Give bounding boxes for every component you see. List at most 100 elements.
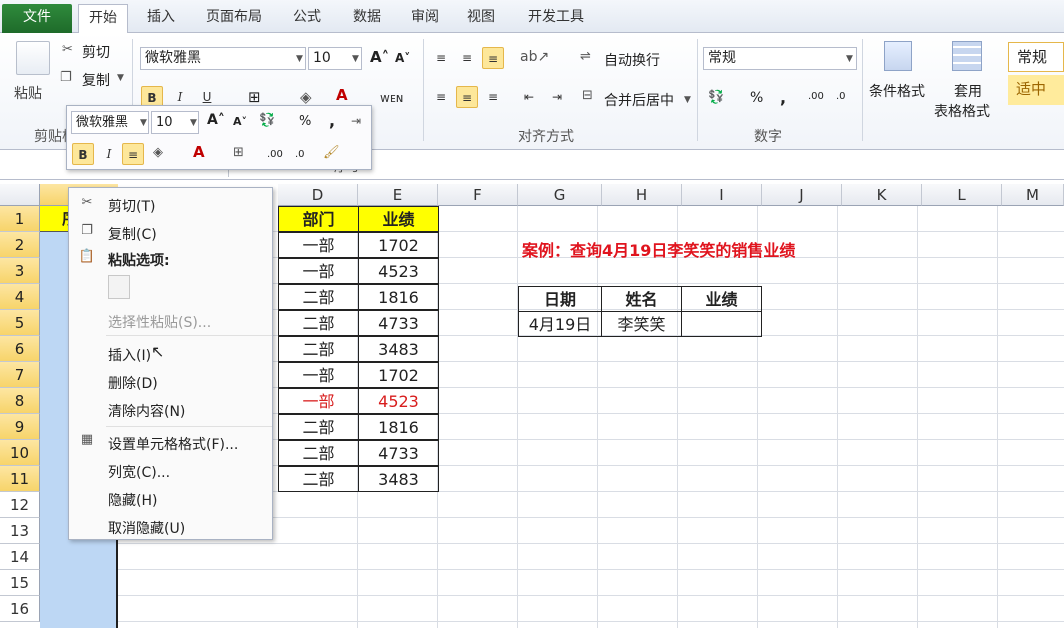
align-middle-icon[interactable]: ≡: [456, 47, 478, 69]
style-neutral[interactable]: 适中: [1008, 75, 1064, 105]
font-color-icon[interactable]: A: [336, 86, 348, 104]
tab-review[interactable]: 审阅: [400, 4, 450, 33]
mini-comma-button[interactable]: ,: [329, 111, 335, 130]
comma-button[interactable]: ,: [780, 88, 786, 107]
lookup-header-sales[interactable]: 业绩: [681, 286, 762, 312]
increase-indent-icon[interactable]: ⇥: [546, 86, 568, 108]
mini-italic-button[interactable]: I: [98, 143, 120, 165]
wrap-text-button[interactable]: 自动换行: [604, 50, 660, 70]
number-format-dropdown-icon[interactable]: ▼: [846, 54, 853, 64]
cell-sales[interactable]: 4733: [358, 310, 439, 336]
menu-item-copy[interactable]: 复制(C): [108, 224, 157, 244]
row-header[interactable]: 9: [0, 414, 40, 440]
cell-sales[interactable]: 4523: [358, 258, 439, 284]
table-format-label-1[interactable]: 套用: [954, 81, 982, 101]
row-header[interactable]: 6: [0, 336, 40, 362]
row-header[interactable]: 12: [0, 492, 40, 518]
menu-item-clear-contents[interactable]: 清除内容(N): [108, 401, 185, 421]
mini-center-icon[interactable]: ≡: [122, 143, 144, 165]
row-header[interactable]: 7: [0, 362, 40, 388]
paste-option-icon[interactable]: [108, 275, 130, 299]
column-header[interactable]: I: [682, 184, 762, 206]
mini-fill-color-icon[interactable]: ◈: [153, 145, 163, 160]
row-header[interactable]: 10: [0, 440, 40, 466]
row-header[interactable]: 5: [0, 310, 40, 336]
mini-percent-button[interactable]: %: [299, 114, 311, 129]
cell-sales[interactable]: 3483: [358, 466, 439, 492]
mini-bold-button[interactable]: B: [72, 143, 94, 165]
cell-dept[interactable]: 二部: [278, 466, 359, 492]
cell-dept[interactable]: 二部: [278, 310, 359, 336]
menu-item-unhide[interactable]: 取消隐藏(U): [108, 518, 185, 538]
cell-dept[interactable]: 一部: [278, 388, 359, 414]
mini-font-dropdown-icon[interactable]: ▼: [140, 118, 147, 128]
tab-data[interactable]: 数据: [342, 4, 392, 33]
conditional-format-button[interactable]: 条件格式: [869, 81, 925, 101]
fill-color-icon[interactable]: ◈: [300, 88, 312, 106]
mini-border-icon[interactable]: ⊞: [233, 145, 244, 160]
tab-home[interactable]: 开始: [78, 4, 128, 34]
paste-icon[interactable]: [16, 41, 50, 75]
cell-sales[interactable]: 1702: [358, 362, 439, 388]
row-header[interactable]: 13: [0, 518, 40, 544]
row-header[interactable]: 16: [0, 596, 40, 622]
cut-button[interactable]: 剪切: [82, 42, 110, 62]
row-header[interactable]: 8: [0, 388, 40, 414]
font-dropdown-icon[interactable]: ▼: [296, 54, 303, 64]
cell-sales[interactable]: 3483: [358, 336, 439, 362]
cell-sales[interactable]: 1816: [358, 414, 439, 440]
mini-decrease-decimal-icon[interactable]: .0: [295, 149, 305, 160]
style-normal[interactable]: 常规: [1008, 42, 1064, 72]
mini-format-icon[interactable]: ⇥: [351, 114, 361, 128]
cell-dept[interactable]: 二部: [278, 414, 359, 440]
lookup-header-name[interactable]: 姓名: [601, 286, 682, 312]
menu-item-cut[interactable]: 剪切(T): [108, 196, 155, 216]
row-header[interactable]: 15: [0, 570, 40, 596]
conditional-format-icon[interactable]: [884, 41, 912, 71]
table-format-icon[interactable]: [952, 41, 982, 71]
menu-item-hide[interactable]: 隐藏(H): [108, 490, 157, 510]
cell-dept[interactable]: 一部: [278, 232, 359, 258]
decrease-decimal-icon[interactable]: .0: [836, 91, 846, 102]
merge-dropdown-icon[interactable]: ▼: [684, 95, 691, 105]
merge-center-button[interactable]: 合并后居中: [604, 90, 674, 110]
increase-decimal-icon[interactable]: .00: [808, 91, 824, 102]
column-header[interactable]: E: [358, 184, 438, 206]
row-header[interactable]: 3: [0, 258, 40, 284]
menu-item-delete[interactable]: 删除(D): [108, 373, 158, 393]
mini-format-painter-icon[interactable]: 🖌: [323, 145, 340, 160]
tab-file[interactable]: 文件: [2, 4, 72, 33]
menu-item-paste-special[interactable]: 选择性粘贴(S)...: [108, 312, 211, 332]
tab-developer[interactable]: 开发工具: [516, 4, 596, 33]
menu-item-insert[interactable]: 插入(I): [108, 345, 151, 365]
cell-sales[interactable]: 4523: [358, 388, 439, 414]
lookup-date[interactable]: 4月19日: [518, 311, 602, 337]
align-right-icon[interactable]: ≡: [482, 86, 504, 108]
currency-icon[interactable]: 💱: [708, 90, 724, 105]
menu-item-format-cells[interactable]: 设置单元格格式(F)...: [108, 434, 238, 454]
align-left-icon[interactable]: ≡: [430, 86, 452, 108]
mini-font-color-icon[interactable]: A: [193, 143, 205, 161]
row-header[interactable]: 4: [0, 284, 40, 310]
size-dropdown-icon[interactable]: ▼: [352, 54, 359, 64]
cell-dept[interactable]: 一部: [278, 258, 359, 284]
mini-size-dropdown-icon[interactable]: ▼: [190, 118, 197, 128]
number-format-box[interactable]: 常规: [703, 47, 857, 70]
font-name-box[interactable]: 微软雅黑: [140, 47, 306, 70]
column-header[interactable]: J: [762, 184, 842, 206]
cell-sales[interactable]: 4733: [358, 440, 439, 466]
row-header[interactable]: 11: [0, 466, 40, 492]
mini-shrink-font-icon[interactable]: A˅: [233, 115, 247, 128]
mini-currency-icon[interactable]: 💱: [259, 113, 275, 128]
copy-button[interactable]: 复制: [82, 70, 110, 90]
tab-insert[interactable]: 插入: [136, 4, 186, 33]
lookup-header-date[interactable]: 日期: [518, 286, 602, 312]
border-icon[interactable]: ⊞: [248, 88, 261, 106]
tab-formulas[interactable]: 公式: [282, 4, 332, 33]
column-header[interactable]: M: [1002, 184, 1064, 206]
shrink-font-icon[interactable]: A˅: [395, 51, 410, 65]
tab-page-layout[interactable]: 页面布局: [196, 4, 272, 33]
select-all-corner[interactable]: [0, 184, 40, 206]
row-header[interactable]: 2: [0, 232, 40, 258]
align-center-icon[interactable]: ≡: [456, 86, 478, 108]
